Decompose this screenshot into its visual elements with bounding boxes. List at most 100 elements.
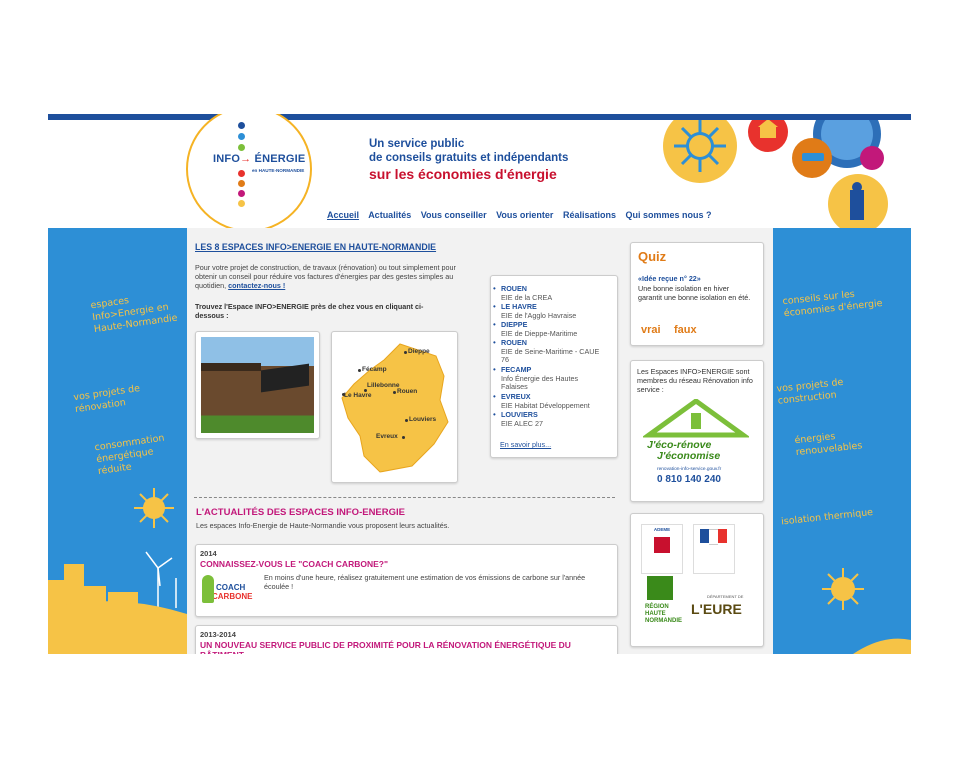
region-text: RÉGION HAUTE NORMANDIE — [645, 604, 682, 625]
region-emblem — [647, 576, 673, 600]
logo-circle[interactable] — [186, 114, 312, 232]
news-title[interactable]: CONNAISSEZ-VOUS LE "COACH CARBONE?" — [200, 559, 388, 569]
solar-panel — [261, 363, 309, 393]
logo-dot-icon — [238, 200, 245, 207]
nav-realisations[interactable]: Réalisations — [563, 210, 616, 220]
republique-logo[interactable] — [693, 524, 735, 574]
region-line-2: HAUTE — [645, 611, 666, 617]
map-city-fecamp[interactable]: Fécamp — [362, 366, 387, 373]
flag-white — [709, 529, 718, 545]
ademe-emblem — [654, 537, 670, 553]
list-item[interactable]: • ROUEN EIE de la CREA — [493, 284, 553, 302]
right-phrase-1: conseils sur les économies d'énergie — [782, 288, 883, 320]
news-year: 2014 — [200, 549, 217, 558]
list-desc: EIE Habitat Développement — [501, 400, 590, 410]
tagline-line-1: Un service public — [369, 138, 465, 150]
reseau-card: Les Espaces INFO>ENERGIE sont membres du… — [630, 360, 764, 502]
divider — [194, 497, 615, 498]
quiz-card: Quiz «Idée reçue n° 22» Une bonne isolat… — [630, 242, 764, 346]
quiz-subtitle: «Idée reçue n° 22» — [638, 274, 701, 283]
quiz-faux-button[interactable]: faux — [674, 324, 697, 336]
map-city-le-havre[interactable]: Le Havre — [344, 392, 371, 399]
region-logo[interactable]: RÉGION HAUTE NORMANDIE — [641, 576, 682, 636]
logo-arrow: → — [240, 153, 252, 165]
logo-dot-icon — [238, 180, 245, 187]
actualites-title[interactable]: L'ACTUALITÉS DES ESPACES INFO-ENERGIE — [196, 507, 405, 518]
left-phrase-2: vos projets de rénovation — [72, 383, 141, 416]
tagline: Un service public de conseils gratuits e… — [369, 137, 568, 165]
right-phrase-3: énergies renouvelables — [794, 431, 863, 459]
logo-dot-icon — [238, 122, 245, 129]
list-desc: EIE de la CREA — [501, 292, 553, 302]
coach-carbone-thumbnail[interactable]: COACH CARBONE — [200, 573, 258, 609]
map-city-rouen[interactable]: Rouen — [397, 388, 417, 395]
region-line-1: RÉGION — [645, 604, 669, 610]
eco-renove-logo[interactable]: J'éco-rénove J'économise renovation-info… — [643, 399, 749, 495]
region-map[interactable] — [340, 342, 450, 474]
main-nav: Accueil Actualités Vous conseiller Vous … — [327, 210, 719, 220]
espaces-title[interactable]: LES 8 ESPACES INFO>ENERGIE EN HAUTE-NORM… — [195, 242, 436, 252]
quiz-question: Une bonne isolation en hiver garantit un… — [638, 284, 751, 302]
website-page: INFO→ ÉNERGIE en HAUTE-NORMANDIE Un serv… — [48, 114, 911, 654]
logo-dot-icon — [238, 144, 245, 151]
header-illustration — [663, 120, 888, 228]
espaces-list-card: • ROUEN EIE de la CREA • LE HAVRE EIE de l'A… — [490, 275, 618, 458]
ademe-logo[interactable]: ADEME — [641, 524, 683, 574]
header: INFO→ ÉNERGIE en HAUTE-NORMANDIE Un serv… — [48, 114, 911, 232]
quiz-title: Quiz — [638, 249, 667, 264]
bullet: • — [493, 284, 496, 293]
list-item[interactable]: • ROUEN EIE de Seine-Maritime - CAUE 76 — [493, 338, 601, 365]
nav-actualites[interactable]: Actualités — [368, 210, 411, 220]
logo-text: INFO→ ÉNERGIE — [213, 153, 305, 165]
logo-info: INFO — [213, 153, 241, 165]
left-sidebar-illustration — [48, 488, 187, 654]
list-desc: EIE de l'Agglo Havraise — [501, 310, 577, 320]
ademe-label: ADEME — [653, 527, 671, 532]
map-dot — [404, 351, 407, 354]
espaces-intro: Pour votre projet de construction, de tr… — [195, 263, 462, 290]
building-photo — [201, 337, 314, 433]
house-icon — [643, 399, 749, 438]
left-phrase-1: espaces Info>Energie en Haute-Normandie — [89, 295, 179, 336]
map-city-evreux[interactable]: Evreux — [376, 433, 398, 440]
news-text: En moins d'une heure, réalisez gratuitem… — [264, 573, 586, 591]
reseau-phone: 0 810 140 240 — [657, 474, 721, 485]
contact-link[interactable]: contactez-nous ! — [228, 281, 285, 290]
eure-logo[interactable]: DÉPARTEMENT DE L'EURE — [689, 594, 755, 624]
eure-small: DÉPARTEMENT DE — [707, 594, 744, 599]
map-dot — [405, 419, 408, 422]
right-phrase-2: vos projets de construction — [776, 376, 844, 407]
flag-red — [718, 529, 727, 543]
news-title[interactable]: UN NOUVEAU SERVICE PUBLIC DE PROXIMITÉ P… — [200, 640, 610, 654]
news-card[interactable]: 2014 CONNAISSEZ-VOUS LE "COACH CARBONE?"… — [195, 544, 618, 617]
nav-accueil[interactable]: Accueil — [327, 210, 359, 220]
list-desc: Info Énergie des Hautes Falaises — [501, 373, 579, 391]
carbone-label: CARBONE — [212, 592, 253, 601]
list-item[interactable]: • EVREUX EIE Habitat Développement — [493, 392, 590, 410]
map-city-louviers[interactable]: Louviers — [409, 416, 436, 423]
nav-vous-conseiller[interactable]: Vous conseiller — [421, 210, 487, 220]
map-dot — [402, 436, 405, 439]
left-phrase-3: consommation énergétique réduite — [93, 432, 166, 478]
list-desc: EIE ALEC 27 — [501, 418, 543, 428]
list-item[interactable]: • LE HAVRE EIE de l'Agglo Havraise — [493, 302, 577, 320]
news-card[interactable]: 2013-2014 UN NOUVEAU SERVICE PUBLIC DE P… — [195, 625, 618, 654]
region-map-card[interactable]: Dieppe Fécamp Lillebonne Le Havre Rouen … — [331, 331, 458, 483]
en-savoir-plus-link[interactable]: En savoir plus... — [500, 440, 551, 449]
list-item[interactable]: • LOUVIERS EIE ALEC 27 — [493, 410, 543, 428]
logo-dot-icon — [238, 170, 245, 177]
quiz-vrai-button[interactable]: vrai — [641, 324, 661, 336]
map-city-dieppe[interactable]: Dieppe — [408, 348, 430, 355]
reseau-url: renovation-info-service.gouv.fr — [657, 467, 722, 472]
list-item[interactable]: • FECAMP Info Énergie des Hautes Falaises — [493, 365, 601, 392]
nav-vous-orienter[interactable]: Vous orienter — [496, 210, 553, 220]
partners-card: ADEME RÉGION HAUTE NORMANDIE DÉPARTEMENT… — [630, 513, 764, 647]
eure-name: L'EURE — [691, 601, 742, 617]
map-city-lillebonne[interactable]: Lillebonne — [367, 382, 400, 389]
tagline-line-2: de conseils gratuits et indépendants — [369, 152, 569, 164]
logo-line-2: J'économise — [657, 450, 721, 462]
list-item[interactable]: • DIEPPE EIE de Dieppe-Maritime — [493, 320, 577, 338]
list-desc: EIE de Seine-Maritime - CAUE 76 — [501, 346, 600, 364]
bullet: • — [493, 410, 496, 419]
coach-figure — [202, 575, 214, 603]
